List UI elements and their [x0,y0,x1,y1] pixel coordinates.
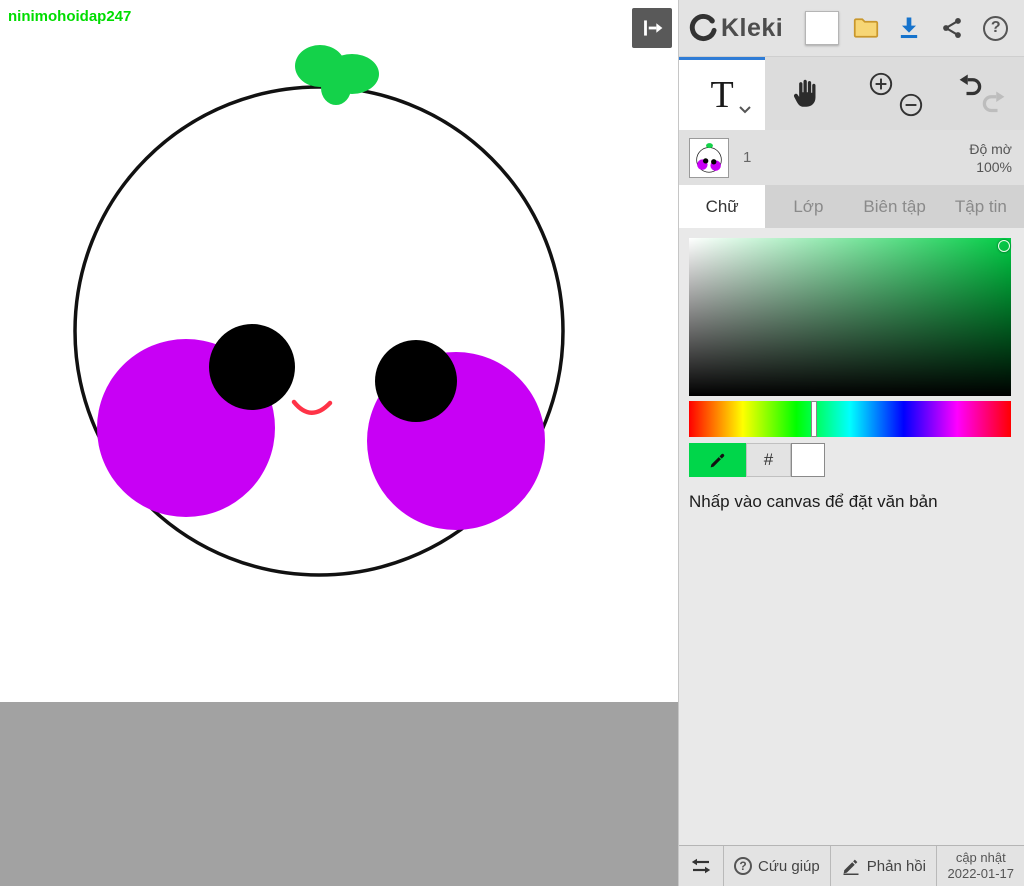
chevron-down-icon [739,106,751,114]
app-title: Kleki [721,13,784,42]
help-footer-label: Cứu giúp [758,857,820,875]
picker-marker[interactable] [998,240,1010,252]
tab-lop[interactable]: Lớp [765,185,851,228]
text-tool-button[interactable]: T [679,57,766,130]
zoom-in-button[interactable] [868,71,894,97]
layer-thumbnail[interactable] [689,137,729,178]
kleki-logo: Kleki [689,14,783,43]
panel-footer: ? Cứu giúp Phản hồi cập nhật 2022-01-17 [679,845,1024,886]
color-buttons: # [689,443,825,477]
layer-bar: 1 Độ mờ 100% [679,130,1024,185]
pen-icon [843,859,859,875]
hue-slider[interactable] [689,401,1011,437]
feedback-button[interactable]: Phản hồi [831,846,937,886]
redo-button[interactable] [980,88,1010,118]
layer-thumbnail-preview [696,142,722,173]
feedback-label: Phản hồi [866,857,926,875]
download-icon [900,17,918,39]
opacity-control[interactable]: Độ mờ 100% [969,140,1012,176]
collapse-panel-button[interactable] [632,8,672,48]
help-footer-button[interactable]: ? Cứu giúp [724,846,831,886]
drawing-canvas[interactable]: ninimohoidap247 [0,0,678,702]
new-canvas-icon [805,11,840,45]
eyedropper-button[interactable] [689,443,746,477]
opacity-label: Độ mờ [969,140,1012,157]
kleki-app: ninimohoidap247 Kleki ? T 1 Độ mờ 100% C… [0,0,1024,886]
history-tools [938,57,1024,130]
canvas-area: ninimohoidap247 [0,0,678,886]
hand-tool-button[interactable] [765,57,851,130]
color-swatch[interactable] [791,443,825,477]
panel-tabs: Chữ Lớp Biên tập Tập tin [679,185,1024,228]
folder-icon [853,18,878,38]
download-button[interactable] [891,9,927,47]
open-file-button[interactable] [848,9,884,47]
tool-row: T [679,57,1024,130]
saturation-value-picker[interactable] [689,238,1011,396]
new-canvas-button[interactable] [804,9,840,47]
layer-number: 1 [743,149,752,166]
share-button[interactable] [934,9,970,47]
opacity-value: 100% [976,158,1012,175]
update-date: 2022-01-17 [947,866,1015,881]
update-label: cập nhật [955,850,1006,865]
question-circle-icon: ? [734,857,752,875]
hue-marker[interactable] [811,401,818,437]
hint-text: Nhấp vào canvas để đặt văn bản [689,492,938,511]
tab-bien-tap[interactable]: Biên tập [852,185,938,228]
watermark-text: ninimohoidap247 [8,8,132,25]
swap-icon [691,858,711,874]
text-tool-glyph: T [710,74,734,116]
zoom-out-button[interactable] [898,92,924,118]
help-button[interactable]: ? [978,9,1014,47]
update-info: cập nhật 2022-01-17 [938,846,1024,886]
share-icon [943,18,962,38]
hex-button[interactable]: # [746,443,791,477]
collapse-icon [644,20,663,36]
eyedropper-icon [710,453,724,468]
canvas-drawing[interactable] [0,0,678,702]
hand-icon [794,79,816,107]
help-icon: ? [983,15,1009,41]
right-panel: Kleki ? T 1 Độ mờ 100% Chữ Lớp Biên tập … [678,0,1024,886]
zoom-tools [852,57,938,130]
tab-tap-tin[interactable]: Tập tin [938,185,1024,228]
swap-button[interactable] [679,846,724,886]
tab-chu[interactable]: Chữ [679,185,766,228]
kleki-logo-icon [689,14,717,42]
panel-header: Kleki ? [679,0,1024,57]
